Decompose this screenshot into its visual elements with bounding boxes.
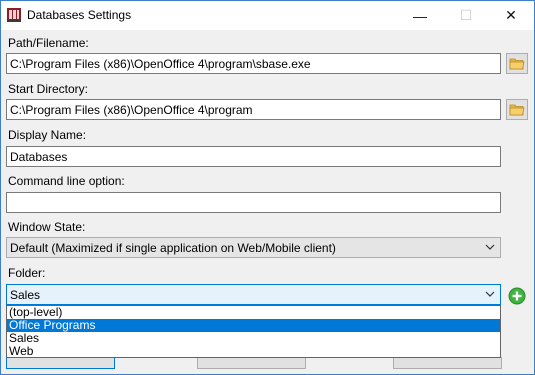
folder-dropdown-list: (top-level) Office Programs Sales Web bbox=[6, 305, 501, 358]
command-line-label: Command line option: bbox=[8, 174, 125, 188]
database-app-icon bbox=[7, 8, 21, 22]
browse-directory-button[interactable] bbox=[506, 99, 528, 120]
folder-option-sales[interactable]: Sales bbox=[7, 332, 500, 345]
window-state-select[interactable]: Default (Maximized if single application… bbox=[6, 237, 501, 258]
browse-path-button[interactable] bbox=[506, 53, 528, 74]
ok-button[interactable] bbox=[6, 357, 115, 369]
help-button[interactable] bbox=[393, 357, 502, 369]
display-name-input[interactable]: Databases bbox=[6, 146, 501, 167]
folder-select[interactable]: Sales bbox=[6, 284, 501, 305]
minimize-button[interactable]: — bbox=[397, 1, 443, 30]
display-name-label: Display Name: bbox=[8, 128, 87, 142]
folder-icon bbox=[509, 104, 525, 116]
folder-icon bbox=[509, 58, 525, 70]
maximize-button[interactable]: ☐ bbox=[443, 1, 489, 30]
window-state-value: Default (Maximized if single application… bbox=[10, 241, 336, 255]
add-circle-icon[interactable] bbox=[508, 287, 526, 305]
command-line-input[interactable] bbox=[6, 192, 501, 213]
folder-option-web[interactable]: Web bbox=[7, 345, 500, 358]
start-directory-label: Start Directory: bbox=[8, 82, 89, 96]
chevron-down-icon bbox=[485, 291, 495, 297]
close-button[interactable]: ✕ bbox=[488, 1, 534, 30]
path-label: Path/Filename: bbox=[8, 36, 89, 50]
folder-select-value: Sales bbox=[10, 288, 41, 302]
settings-window: Databases Settings — ☐ ✕ Path/Filename: … bbox=[0, 0, 535, 375]
cancel-button[interactable] bbox=[197, 357, 306, 369]
start-directory-input[interactable]: C:\Program Files (x86)\OpenOffice 4\prog… bbox=[6, 99, 501, 120]
folder-option-office-programs[interactable]: Office Programs bbox=[7, 319, 500, 332]
chevron-down-icon bbox=[485, 244, 495, 250]
title-bar[interactable]: Databases Settings — ☐ ✕ bbox=[1, 1, 534, 30]
window-state-label: Window State: bbox=[8, 220, 86, 234]
window-title: Databases Settings bbox=[27, 8, 132, 22]
path-input[interactable]: C:\Program Files (x86)\OpenOffice 4\prog… bbox=[6, 53, 501, 74]
folder-label: Folder: bbox=[8, 266, 46, 280]
